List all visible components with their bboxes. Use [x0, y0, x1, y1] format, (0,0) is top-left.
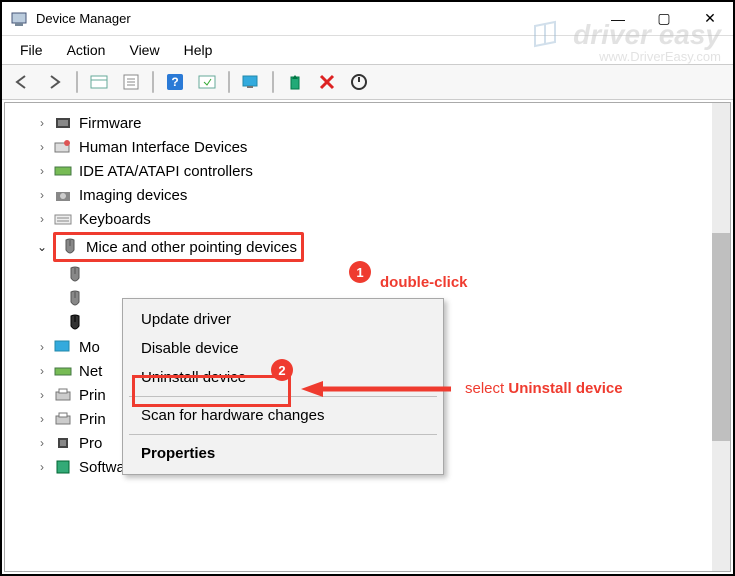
maximize-button[interactable]: ▢: [641, 4, 687, 34]
software-icon: [53, 458, 73, 476]
chevron-right-icon: ›: [31, 340, 53, 354]
back-button[interactable]: [8, 68, 38, 96]
annotation-arrow: [301, 379, 451, 399]
camera-icon: [53, 186, 73, 204]
toolbar-sep: [272, 71, 274, 93]
firmware-icon: [53, 114, 73, 132]
printer-icon: [53, 410, 73, 428]
highlight-box-1: Mice and other pointing devices: [53, 232, 304, 262]
ctx-scan-hardware[interactable]: Scan for hardware changes: [123, 401, 443, 430]
mouse-icon: [65, 290, 85, 308]
keyboard-icon: [53, 210, 73, 228]
menu-view[interactable]: View: [117, 38, 171, 62]
toolbar-sep: [152, 71, 154, 93]
forward-button[interactable]: [40, 68, 70, 96]
monitor-icon: [53, 338, 73, 356]
properties-button[interactable]: [116, 68, 146, 96]
chevron-right-icon: ›: [31, 460, 53, 474]
printer-icon: [53, 386, 73, 404]
toolbar-sep: [76, 71, 78, 93]
chevron-right-icon: ›: [31, 188, 53, 202]
app-icon: [10, 10, 28, 28]
annotation-text-2: select Uninstall device: [465, 380, 623, 397]
uninstall-button[interactable]: [312, 68, 342, 96]
chevron-right-icon: ›: [31, 364, 53, 378]
show-hidden-button[interactable]: [84, 68, 114, 96]
chevron-right-icon: ›: [31, 388, 53, 402]
network-icon: [53, 362, 73, 380]
tree-item-imaging[interactable]: › Imaging devices: [9, 183, 730, 207]
update-button[interactable]: [280, 68, 310, 96]
window-controls: — ▢ ✕: [595, 4, 733, 34]
tree-item-keyboards[interactable]: › Keyboards: [9, 207, 730, 231]
chevron-right-icon: ›: [31, 412, 53, 426]
ctx-properties[interactable]: Properties: [123, 439, 443, 468]
help-button[interactable]: ?: [160, 68, 190, 96]
menu-file[interactable]: File: [8, 38, 55, 62]
chevron-down-icon: ⌄: [31, 240, 53, 254]
annotation-badge-1: 1: [349, 261, 371, 283]
hid-icon: [53, 138, 73, 156]
svg-text:?: ?: [171, 75, 178, 89]
mouse-icon: [65, 314, 85, 332]
tree-item-firmware[interactable]: › Firmware: [9, 111, 730, 135]
rescan-button[interactable]: [344, 68, 374, 96]
ctx-separator: [129, 434, 437, 435]
tree-item-ide[interactable]: › IDE ATA/ATAPI controllers: [9, 159, 730, 183]
chevron-right-icon: ›: [31, 436, 53, 450]
device-tree: › Firmware › Human Interface Devices › I…: [5, 103, 730, 479]
toolbar-sep: [228, 71, 230, 93]
mouse-icon: [65, 266, 85, 284]
tree-item-hid[interactable]: › Human Interface Devices: [9, 135, 730, 159]
toolbar: ?: [2, 64, 733, 100]
annotation-badge-2: 2: [271, 359, 293, 381]
ctx-update-driver[interactable]: Update driver: [123, 305, 443, 334]
minimize-button[interactable]: —: [595, 4, 641, 34]
tree-item-mice[interactable]: ⌄ Mice and other pointing devices: [9, 231, 730, 263]
menu-action[interactable]: Action: [55, 38, 118, 62]
menu-bar: File Action View Help: [2, 36, 733, 64]
ide-icon: [53, 162, 73, 180]
menu-help[interactable]: Help: [172, 38, 225, 62]
chevron-right-icon: ›: [31, 140, 53, 154]
display-button[interactable]: [236, 68, 266, 96]
window-title: Device Manager: [36, 11, 595, 26]
cpu-icon: [53, 434, 73, 452]
close-button[interactable]: ✕: [687, 4, 733, 34]
mouse-icon: [60, 238, 80, 256]
scan-button[interactable]: [192, 68, 222, 96]
titlebar: Device Manager — ▢ ✕: [2, 2, 733, 36]
annotation-text-1: double-click: [380, 274, 468, 291]
device-tree-pane: › Firmware › Human Interface Devices › I…: [4, 102, 731, 572]
chevron-right-icon: ›: [31, 212, 53, 226]
chevron-right-icon: ›: [31, 164, 53, 178]
chevron-right-icon: ›: [31, 116, 53, 130]
